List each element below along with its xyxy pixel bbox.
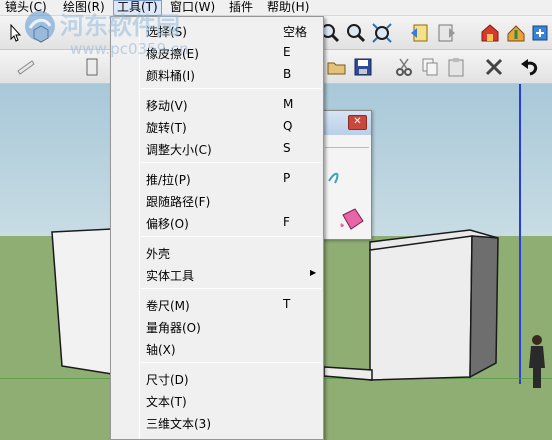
menu-item-label: 颜料桶(I) [146, 69, 195, 83]
open-icon[interactable] [325, 55, 349, 79]
menu-item-solid-tools[interactable]: 实体工具 ▶ [111, 263, 323, 285]
menu-item-shortcut: M [283, 97, 294, 111]
tools-dropdown-menu: 选择(S) 空格 橡皮擦(E) E 颜料桶(I) B 移动(V) M 旋转(T)… [110, 16, 324, 440]
menu-item-label: 推/拉(P) [146, 173, 191, 187]
menu-item-shortcut: T [283, 297, 291, 311]
share-model-icon[interactable] [504, 21, 528, 45]
menu-item-label: 选择(S) [146, 25, 187, 39]
submenu-arrow-icon: ▶ [310, 268, 317, 277]
menu-item-move[interactable]: 移动(V) M [111, 93, 323, 115]
menu-item-label: 移动(V) [146, 99, 188, 113]
save-icon[interactable] [351, 55, 375, 79]
menu-item-shortcut: E [283, 45, 291, 59]
copy-icon[interactable] [418, 55, 442, 79]
next-view-icon[interactable] [434, 21, 458, 45]
menu-item-shortcut: F [283, 215, 290, 229]
door-icon[interactable] [80, 55, 104, 79]
menu-item-label: 三维文本(3) [146, 417, 211, 431]
menu-separator [141, 288, 321, 289]
menu-item-label: 量角器(O) [146, 321, 201, 335]
menu-item-label: 旋转(T) [146, 121, 187, 135]
menu-item-scale[interactable]: 调整大小(C) S [111, 137, 323, 159]
menu-separator [141, 362, 321, 363]
menu-bar: 镜头(C) 绘图(R) 工具(T) 窗口(W) 插件 帮助(H) [0, 0, 552, 16]
previous-view-icon[interactable] [408, 21, 432, 45]
menu-item-tape-measure[interactable]: 卷尺(M) T [111, 293, 323, 315]
undo-icon[interactable] [518, 55, 542, 79]
menu-item-shortcut: Q [283, 119, 293, 133]
menu-item-label: 实体工具 [146, 269, 195, 283]
menu-item-text[interactable]: 文本(T) [111, 389, 323, 411]
menu-draw[interactable]: 绘图(R) [60, 0, 108, 16]
menu-item-shortcut: 空格 [283, 25, 308, 39]
menu-separator [141, 88, 321, 89]
tape-icon[interactable] [14, 55, 38, 79]
menu-item-label: 轴(X) [146, 343, 176, 357]
paint-bucket-icon[interactable] [337, 205, 367, 235]
menu-item-paint-bucket[interactable]: 颜料桶(I) B [111, 63, 323, 85]
menu-item-shortcut: P [283, 171, 291, 185]
menu-item-label: 文本(T) [146, 395, 187, 409]
floating-panel: ✕ [322, 110, 372, 240]
select-icon[interactable] [4, 21, 28, 45]
zoom-window-icon[interactable] [344, 21, 368, 45]
close-icon[interactable]: ✕ [348, 115, 367, 130]
panel-divider [325, 147, 369, 148]
menu-window[interactable]: 窗口(W) [167, 0, 218, 16]
menu-item-select[interactable]: 选择(S) 空格 [111, 19, 323, 41]
warehouse-icon[interactable] [478, 21, 502, 45]
extension-icon[interactable] [528, 21, 552, 45]
menu-item-offset[interactable]: 偏移(O) F [111, 211, 323, 233]
cut-icon[interactable] [392, 55, 416, 79]
menu-item-push-pull[interactable]: 推/拉(P) P [111, 167, 323, 189]
delete-icon[interactable] [482, 55, 506, 79]
menu-separator [141, 236, 321, 237]
menu-item-label: 偏移(O) [146, 217, 189, 231]
component-icon[interactable] [29, 21, 53, 45]
menu-item-rotate[interactable]: 旋转(T) Q [111, 115, 323, 137]
menu-item-3d-text[interactable]: 三维文本(3) [111, 411, 323, 433]
menu-item-shortcut: S [283, 141, 291, 155]
menu-camera[interactable]: 镜头(C) [2, 0, 50, 16]
menu-item-axes[interactable]: 轴(X) [111, 337, 323, 359]
menu-item-label: 橡皮擦(E) [146, 47, 199, 61]
menu-plugins[interactable]: 插件 [226, 0, 256, 16]
menu-item-label: 尺寸(D) [146, 373, 189, 387]
menu-item-follow-me[interactable]: 跟随路径(F) [111, 189, 323, 211]
menu-item-eraser[interactable]: 橡皮擦(E) E [111, 41, 323, 63]
menu-item-label: 卷尺(M) [146, 299, 190, 313]
menu-separator [141, 162, 321, 163]
menu-item-protractor[interactable]: 量角器(O) [111, 315, 323, 337]
menu-item-outer-shell[interactable]: 外壳 [111, 241, 323, 263]
menu-item-shortcut: B [283, 67, 292, 81]
menu-tools[interactable]: 工具(T) [113, 0, 162, 16]
scale-figure [529, 335, 545, 388]
menu-item-label: 外壳 [146, 247, 171, 261]
menu-item-label: 跟随路径(F) [146, 195, 211, 209]
menu-help[interactable]: 帮助(H) [264, 0, 312, 16]
zoom-extents-icon[interactable] [370, 21, 394, 45]
paste-icon[interactable] [444, 55, 468, 79]
menu-item-label: 调整大小(C) [146, 143, 212, 157]
menu-item-dimensions[interactable]: 尺寸(D) [111, 367, 323, 389]
